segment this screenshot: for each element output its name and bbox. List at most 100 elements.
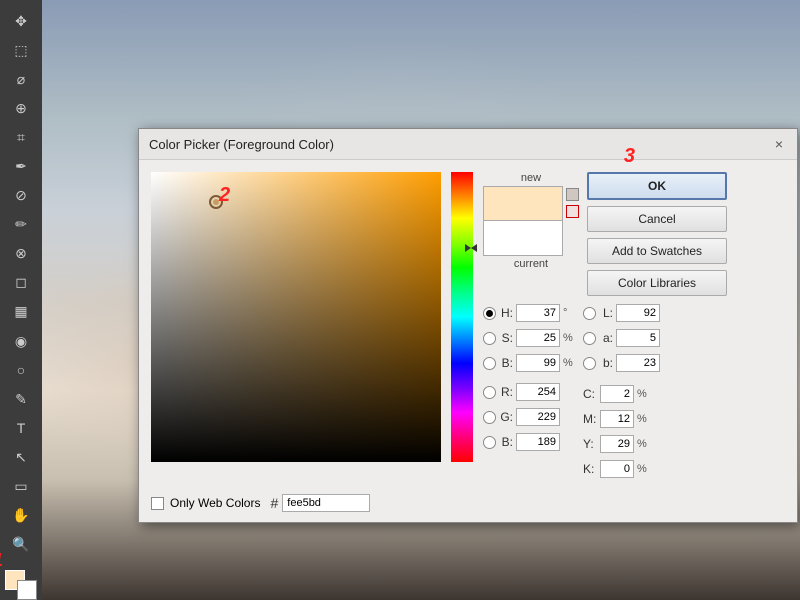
right-panel: new current bbox=[483, 172, 785, 480]
cancel-button[interactable]: Cancel bbox=[587, 206, 727, 232]
buttons-column: OK Cancel Add to Swatches Color Librarie… bbox=[587, 172, 727, 296]
b-input[interactable] bbox=[516, 354, 560, 372]
s-unit: % bbox=[563, 332, 575, 344]
l-field-row: L: bbox=[583, 302, 660, 324]
tool-lasso[interactable]: ⌀ bbox=[5, 66, 37, 93]
h-unit: ° bbox=[563, 307, 575, 319]
h-radio[interactable] bbox=[483, 307, 496, 320]
c-pct: % bbox=[637, 388, 647, 400]
tool-move[interactable]: ✥ bbox=[5, 8, 37, 35]
m-label: M: bbox=[583, 412, 597, 426]
g-input[interactable] bbox=[516, 408, 560, 426]
fg-bg-color-swatch[interactable] bbox=[5, 570, 37, 600]
b3-radio[interactable] bbox=[583, 357, 596, 370]
r-label: R: bbox=[499, 385, 513, 399]
tool-clone[interactable]: ⊗ bbox=[5, 240, 37, 267]
b2-input[interactable] bbox=[516, 433, 560, 451]
b3-field-row: b: bbox=[583, 352, 660, 374]
a-label: a: bbox=[599, 331, 613, 345]
new-color-preview bbox=[483, 186, 563, 221]
tool-crop[interactable]: ⌗ bbox=[5, 124, 37, 151]
b-radio[interactable] bbox=[483, 357, 496, 370]
y-row: Y: % bbox=[583, 433, 660, 455]
preview-side-icons bbox=[566, 188, 579, 256]
m-input[interactable] bbox=[600, 410, 634, 428]
s-input[interactable] bbox=[516, 329, 560, 347]
hsb-rgb-fields: H: ° S: % B: bbox=[483, 302, 575, 480]
hue-slider-container[interactable] bbox=[451, 172, 473, 462]
only-web-colors: Only Web Colors bbox=[151, 496, 260, 510]
dialog-titlebar: Color Picker (Foreground Color) × bbox=[139, 129, 797, 160]
hue-slider[interactable] bbox=[451, 172, 473, 462]
h-label: H: bbox=[499, 306, 513, 320]
k-pct: % bbox=[637, 463, 647, 475]
add-to-swatches-button[interactable]: Add to Swatches bbox=[587, 238, 727, 264]
dialog-title: Color Picker (Foreground Color) bbox=[149, 137, 334, 152]
dialog-bottom: Only Web Colors # bbox=[139, 490, 797, 522]
only-web-checkbox[interactable] bbox=[151, 497, 164, 510]
tool-healing[interactable]: ⊘ bbox=[5, 182, 37, 209]
color-preview-boxes bbox=[483, 186, 563, 256]
tool-shape[interactable]: ▭ bbox=[5, 473, 37, 500]
tool-type[interactable]: T bbox=[5, 415, 37, 442]
tool-eyedropper[interactable]: ✒ bbox=[5, 153, 37, 180]
y-pct: % bbox=[637, 438, 647, 450]
k-label: K: bbox=[583, 462, 597, 476]
tool-hand[interactable]: ✋ bbox=[5, 502, 37, 529]
tool-path-select[interactable]: ↖ bbox=[5, 444, 37, 471]
hex-input[interactable] bbox=[282, 494, 370, 512]
tool-gradient[interactable]: ▦ bbox=[5, 298, 37, 325]
r-input[interactable] bbox=[516, 383, 560, 401]
a-radio[interactable] bbox=[583, 332, 596, 345]
close-button[interactable]: × bbox=[771, 136, 787, 152]
b2-radio[interactable] bbox=[483, 436, 496, 449]
tool-quick-select[interactable]: ⊕ bbox=[5, 95, 37, 122]
b-field-row: B: % bbox=[483, 352, 575, 374]
tool-dodge[interactable]: ○ bbox=[5, 357, 37, 384]
current-color-preview bbox=[483, 221, 563, 256]
g-radio[interactable] bbox=[483, 411, 496, 424]
color-gradient-surface bbox=[151, 172, 441, 462]
tool-marquee[interactable]: ⬚ bbox=[5, 37, 37, 64]
s-radio[interactable] bbox=[483, 332, 496, 345]
hex-symbol: # bbox=[270, 495, 278, 511]
k-row: K: % bbox=[583, 458, 660, 480]
tool-zoom[interactable]: 🔍 bbox=[5, 531, 37, 558]
tool-blur[interactable]: ◉ bbox=[5, 328, 37, 355]
cmyk-section: C: % M: % Y: bbox=[583, 383, 660, 480]
k-input[interactable] bbox=[600, 460, 634, 478]
s-field-row: S: % bbox=[483, 327, 575, 349]
y-input[interactable] bbox=[600, 435, 634, 453]
toolbar: ✥ ⬚ ⌀ ⊕ ⌗ ✒ ⊘ ✏ ⊗ ◻ ▦ ◉ ○ ✎ T ↖ ▭ ✋ 🔍 1 bbox=[0, 0, 42, 600]
annotation-label-1: 1 bbox=[0, 550, 3, 571]
color-libraries-button[interactable]: Color Libraries bbox=[587, 270, 727, 296]
background-color bbox=[17, 580, 37, 600]
y-label: Y: bbox=[583, 437, 597, 451]
s-label: S: bbox=[499, 331, 513, 345]
top-right-area: new current bbox=[483, 172, 785, 296]
color-gradient-picker[interactable] bbox=[151, 172, 441, 462]
h-input[interactable] bbox=[516, 304, 560, 322]
a-field-row: a: bbox=[583, 327, 660, 349]
ok-button[interactable]: OK bbox=[587, 172, 727, 200]
warning-icon[interactable] bbox=[566, 205, 579, 218]
tool-pen[interactable]: ✎ bbox=[5, 386, 37, 413]
r-radio[interactable] bbox=[483, 386, 496, 399]
dialog-body: 2 new bbox=[139, 160, 797, 490]
a-input[interactable] bbox=[616, 329, 660, 347]
b2-field-row: B: bbox=[483, 431, 575, 453]
new-color-label: new bbox=[521, 172, 541, 184]
g-field-row: G: bbox=[483, 406, 575, 428]
c-label: C: bbox=[583, 387, 597, 401]
c-input[interactable] bbox=[600, 385, 634, 403]
color-picker-dialog[interactable]: Color Picker (Foreground Color) × 2 bbox=[138, 128, 798, 523]
l-label: L: bbox=[599, 306, 613, 320]
l-radio[interactable] bbox=[583, 307, 596, 320]
b-unit: % bbox=[563, 357, 575, 369]
b3-input[interactable] bbox=[616, 354, 660, 372]
cube-icon[interactable] bbox=[566, 188, 579, 201]
tool-eraser[interactable]: ◻ bbox=[5, 269, 37, 296]
tool-brush[interactable]: ✏ bbox=[5, 211, 37, 238]
l-input[interactable] bbox=[616, 304, 660, 322]
b2-label: B: bbox=[499, 435, 513, 449]
